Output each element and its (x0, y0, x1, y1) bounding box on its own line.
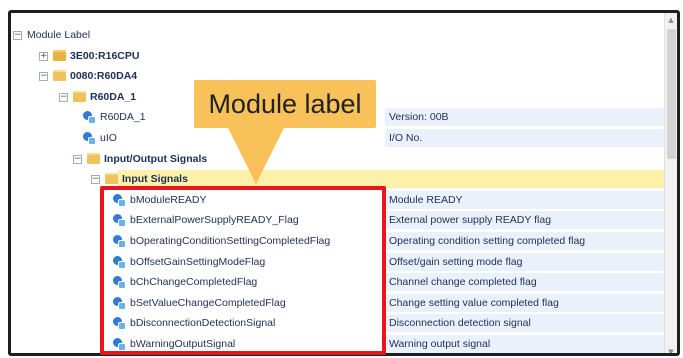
tree-expander-icon[interactable]: − (73, 154, 82, 164)
tree-expander-icon[interactable]: − (59, 92, 68, 102)
tree-item-description: Version: 00B (389, 111, 449, 124)
module-label-callout: Module label (194, 80, 376, 128)
folder-icon (53, 49, 66, 61)
highlight-box (100, 186, 386, 355)
folder-icon (73, 90, 86, 102)
tree-item-description: Channel change completed flag (389, 276, 537, 289)
tree-item-label: Input/Output Signals (104, 152, 208, 165)
folder-icon (105, 173, 118, 185)
tree-item-description: Warning output signal (389, 338, 491, 350)
tree-item-label: Module Label (27, 29, 91, 41)
description-cell-background (385, 129, 667, 147)
tree-item-description: Operating condition setting completed fl… (389, 235, 586, 247)
tree-item-description: I/O No. (389, 132, 423, 144)
tree-expander-icon[interactable]: − (39, 72, 48, 82)
tree-item-label: 0080:R60DA4 (70, 70, 138, 83)
folder-icon (53, 70, 66, 82)
folder-icon (87, 152, 100, 164)
tree-item-label: uIO (100, 132, 117, 144)
tree-item-description: Change setting value completed flag (389, 296, 559, 309)
callout-text: Module label (208, 89, 362, 119)
label-variable-icon (83, 111, 96, 125)
tree-expander-icon[interactable]: + (39, 51, 48, 61)
tree-item-label: R60DA_1 (100, 111, 146, 124)
tree-item-description: Disconnection detection signal (389, 317, 531, 330)
tree-item-description: Module READY (389, 193, 463, 206)
scrollbar-thumb[interactable] (667, 29, 676, 159)
scroll-up-arrow-icon[interactable]: ▲ (665, 13, 677, 27)
tree-expander-icon[interactable]: − (91, 175, 100, 185)
callout-pointer (228, 128, 284, 184)
scroll-down-arrow-icon[interactable]: ▼ (665, 345, 677, 353)
tree-expander-icon[interactable]: − (13, 31, 22, 40)
tree-item-label: 3E00:R16CPU (70, 49, 140, 62)
tree-folder-row[interactable]: +3E00:R16CPU (11, 46, 667, 66)
tree-root-row[interactable]: − Module Label (11, 25, 667, 45)
vertical-scrollbar[interactable]: ▲ ▼ (664, 13, 677, 353)
label-variable-icon (83, 132, 96, 145)
tree-folder-row[interactable]: − Input/Output Signals (11, 149, 667, 169)
tree-signal-row[interactable]: uIO I/O No. (11, 128, 667, 148)
tree-item-description: External power supply READY flag (389, 214, 552, 227)
tree-item-description: Offset/gain setting mode flag (389, 255, 523, 268)
tree-item-label: R60DA_1 (90, 90, 137, 103)
